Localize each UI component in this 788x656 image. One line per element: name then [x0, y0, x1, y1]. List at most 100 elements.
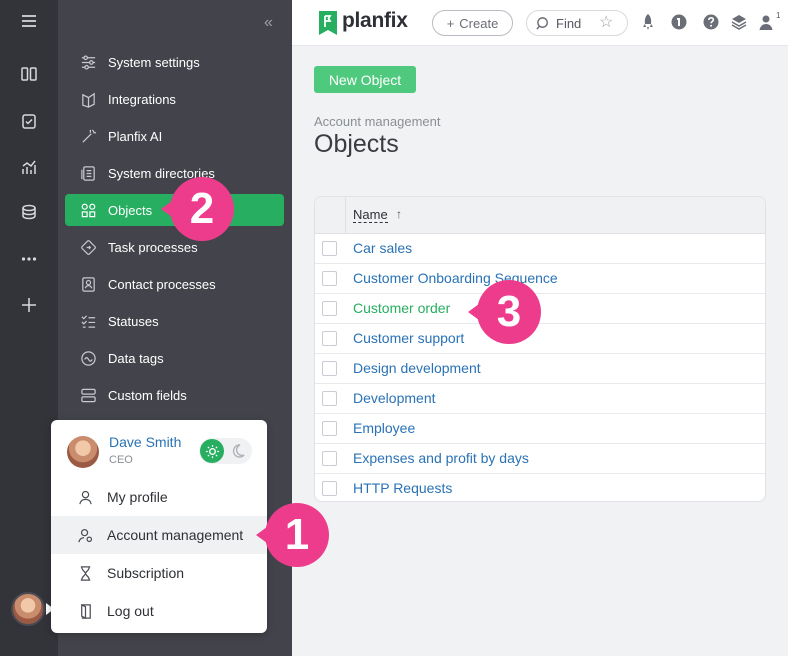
top-bar: planfix + Create Find ☆: [292, 0, 788, 46]
table-row[interactable]: Customer Onboarding Sequence: [315, 264, 765, 294]
row-checkbox[interactable]: [322, 361, 337, 376]
help-icon[interactable]: [702, 13, 722, 33]
create-button[interactable]: + Create: [432, 10, 513, 36]
theme-toggle[interactable]: [199, 438, 252, 464]
sort-ascending-icon[interactable]: ↑: [396, 207, 402, 221]
plus-icon: +: [446, 15, 455, 31]
table-row[interactable]: HTTP Requests: [315, 474, 765, 501]
menu-item-account-management[interactable]: Account management: [51, 516, 267, 554]
new-object-button[interactable]: New Object: [314, 66, 416, 93]
sidebar-item-system-directories[interactable]: System directories: [65, 157, 284, 189]
directory-icon: [81, 165, 95, 181]
table-row[interactable]: Expenses and profit by days: [315, 444, 765, 474]
row-checkbox[interactable]: [322, 331, 337, 346]
sidebar-item-label: Statuses: [108, 313, 159, 329]
planfix-logo-icon: [319, 11, 337, 35]
page-title: Objects: [314, 130, 399, 158]
row-checkbox[interactable]: [322, 421, 337, 436]
light-theme-icon[interactable]: [200, 439, 224, 463]
avatar[interactable]: [11, 592, 45, 626]
sidebar-item-label: Task processes: [108, 239, 198, 255]
menu-avatar: [67, 436, 99, 468]
table-row[interactable]: Car sales: [315, 234, 765, 264]
account-settings-icon: [78, 528, 93, 542]
objects-icon: [81, 203, 96, 217]
name-column-header[interactable]: Name: [353, 208, 388, 223]
row-checkbox[interactable]: [322, 481, 337, 496]
table-header: Name ↑: [315, 197, 765, 234]
log-out-icon: [81, 603, 91, 619]
hamburger-menu-icon[interactable]: [17, 9, 41, 33]
row-link[interactable]: Expenses and profit by days: [353, 450, 529, 466]
breadcrumb[interactable]: Account management: [314, 114, 440, 129]
tasks-icon[interactable]: [17, 109, 41, 133]
statuses-icon: [81, 314, 96, 328]
row-checkbox[interactable]: [322, 241, 337, 256]
data-tags-icon: [81, 350, 96, 366]
sidebar-item-system-settings[interactable]: System settings: [65, 46, 284, 78]
planfix-circle-icon[interactable]: [670, 13, 690, 33]
table-row[interactable]: Design development: [315, 354, 765, 384]
layers-icon[interactable]: [730, 13, 750, 33]
row-checkbox[interactable]: [322, 271, 337, 286]
user-icon[interactable]: [758, 13, 778, 33]
collapse-sidebar-icon[interactable]: «: [264, 14, 273, 32]
sidebar-item-label: Planfix AI: [108, 128, 163, 144]
sidebar-item-label: Objects: [108, 202, 153, 218]
row-checkbox[interactable]: [322, 451, 337, 466]
sidebar-item-custom-fields[interactable]: Custom fields: [65, 379, 284, 411]
row-link[interactable]: Employee: [353, 420, 415, 436]
user-menu: Dave Smith CEO My profile Account manage…: [51, 420, 267, 633]
header-divider: [345, 197, 346, 234]
row-link[interactable]: HTTP Requests: [353, 480, 452, 496]
table-row[interactable]: Development: [315, 384, 765, 414]
callout-badge-2: 2: [161, 177, 234, 241]
sidebar-item-integrations[interactable]: Integrations: [65, 83, 284, 115]
analytics-icon[interactable]: [17, 155, 41, 179]
sidebar-item-label: Data tags: [108, 350, 164, 366]
row-link[interactable]: Development: [353, 390, 436, 406]
menu-item-log-out[interactable]: Log out: [51, 592, 267, 630]
sidebar-item-label: Custom fields: [108, 387, 187, 403]
row-checkbox[interactable]: [322, 301, 337, 316]
main-content: New Object Account management Objects Na…: [292, 46, 788, 656]
callout-badge-1: 1: [256, 503, 329, 567]
objects-table: Name ↑ Car sales Customer Onboarding Seq…: [314, 196, 766, 502]
notification-badge: 1: [776, 11, 781, 20]
sidebar-item-planfix-ai[interactable]: Planfix AI: [65, 120, 284, 152]
sidebar-item-contact-processes[interactable]: Contact processes: [65, 268, 284, 300]
user-name[interactable]: Dave Smith: [109, 434, 181, 450]
database-icon[interactable]: [17, 200, 41, 224]
table-row[interactable]: Customer support: [315, 324, 765, 354]
row-link[interactable]: Customer support: [353, 330, 464, 346]
menu-item-subscription[interactable]: Subscription: [51, 554, 267, 592]
table-row[interactable]: Employee: [315, 414, 765, 444]
favorites-star-icon[interactable]: ☆: [599, 14, 613, 32]
sidebar-item-statuses[interactable]: Statuses: [65, 305, 284, 337]
menu-item-my-profile[interactable]: My profile: [51, 478, 267, 516]
hourglass-icon: [80, 565, 91, 581]
plus-icon[interactable]: [17, 293, 41, 317]
row-link[interactable]: Car sales: [353, 240, 412, 256]
row-checkbox[interactable]: [322, 391, 337, 406]
callout-badge-3: 3: [468, 280, 541, 344]
more-icon[interactable]: [17, 247, 41, 271]
sidebar-item-label: Integrations: [108, 91, 176, 107]
planfix-logo-text: planfix: [342, 9, 408, 32]
search-icon: [536, 16, 548, 30]
sliders-icon: [81, 54, 96, 70]
sidebar-item-label: System settings: [108, 54, 200, 70]
panels-icon[interactable]: [17, 62, 41, 86]
integrations-icon: [82, 92, 95, 108]
rocket-icon[interactable]: [639, 13, 659, 33]
contact-process-icon: [82, 276, 95, 292]
sidebar-item-data-tags[interactable]: Data tags: [65, 342, 284, 374]
magic-wand-icon: [82, 128, 97, 143]
sidebar-item-task-processes[interactable]: Task processes: [65, 231, 284, 263]
profile-icon: [79, 490, 92, 504]
row-link[interactable]: Customer Onboarding Sequence: [353, 270, 558, 286]
row-link[interactable]: Design development: [353, 360, 481, 376]
row-link-hovered[interactable]: Customer order: [353, 300, 450, 316]
icon-rail: [0, 0, 58, 656]
dark-theme-icon[interactable]: [229, 442, 247, 460]
